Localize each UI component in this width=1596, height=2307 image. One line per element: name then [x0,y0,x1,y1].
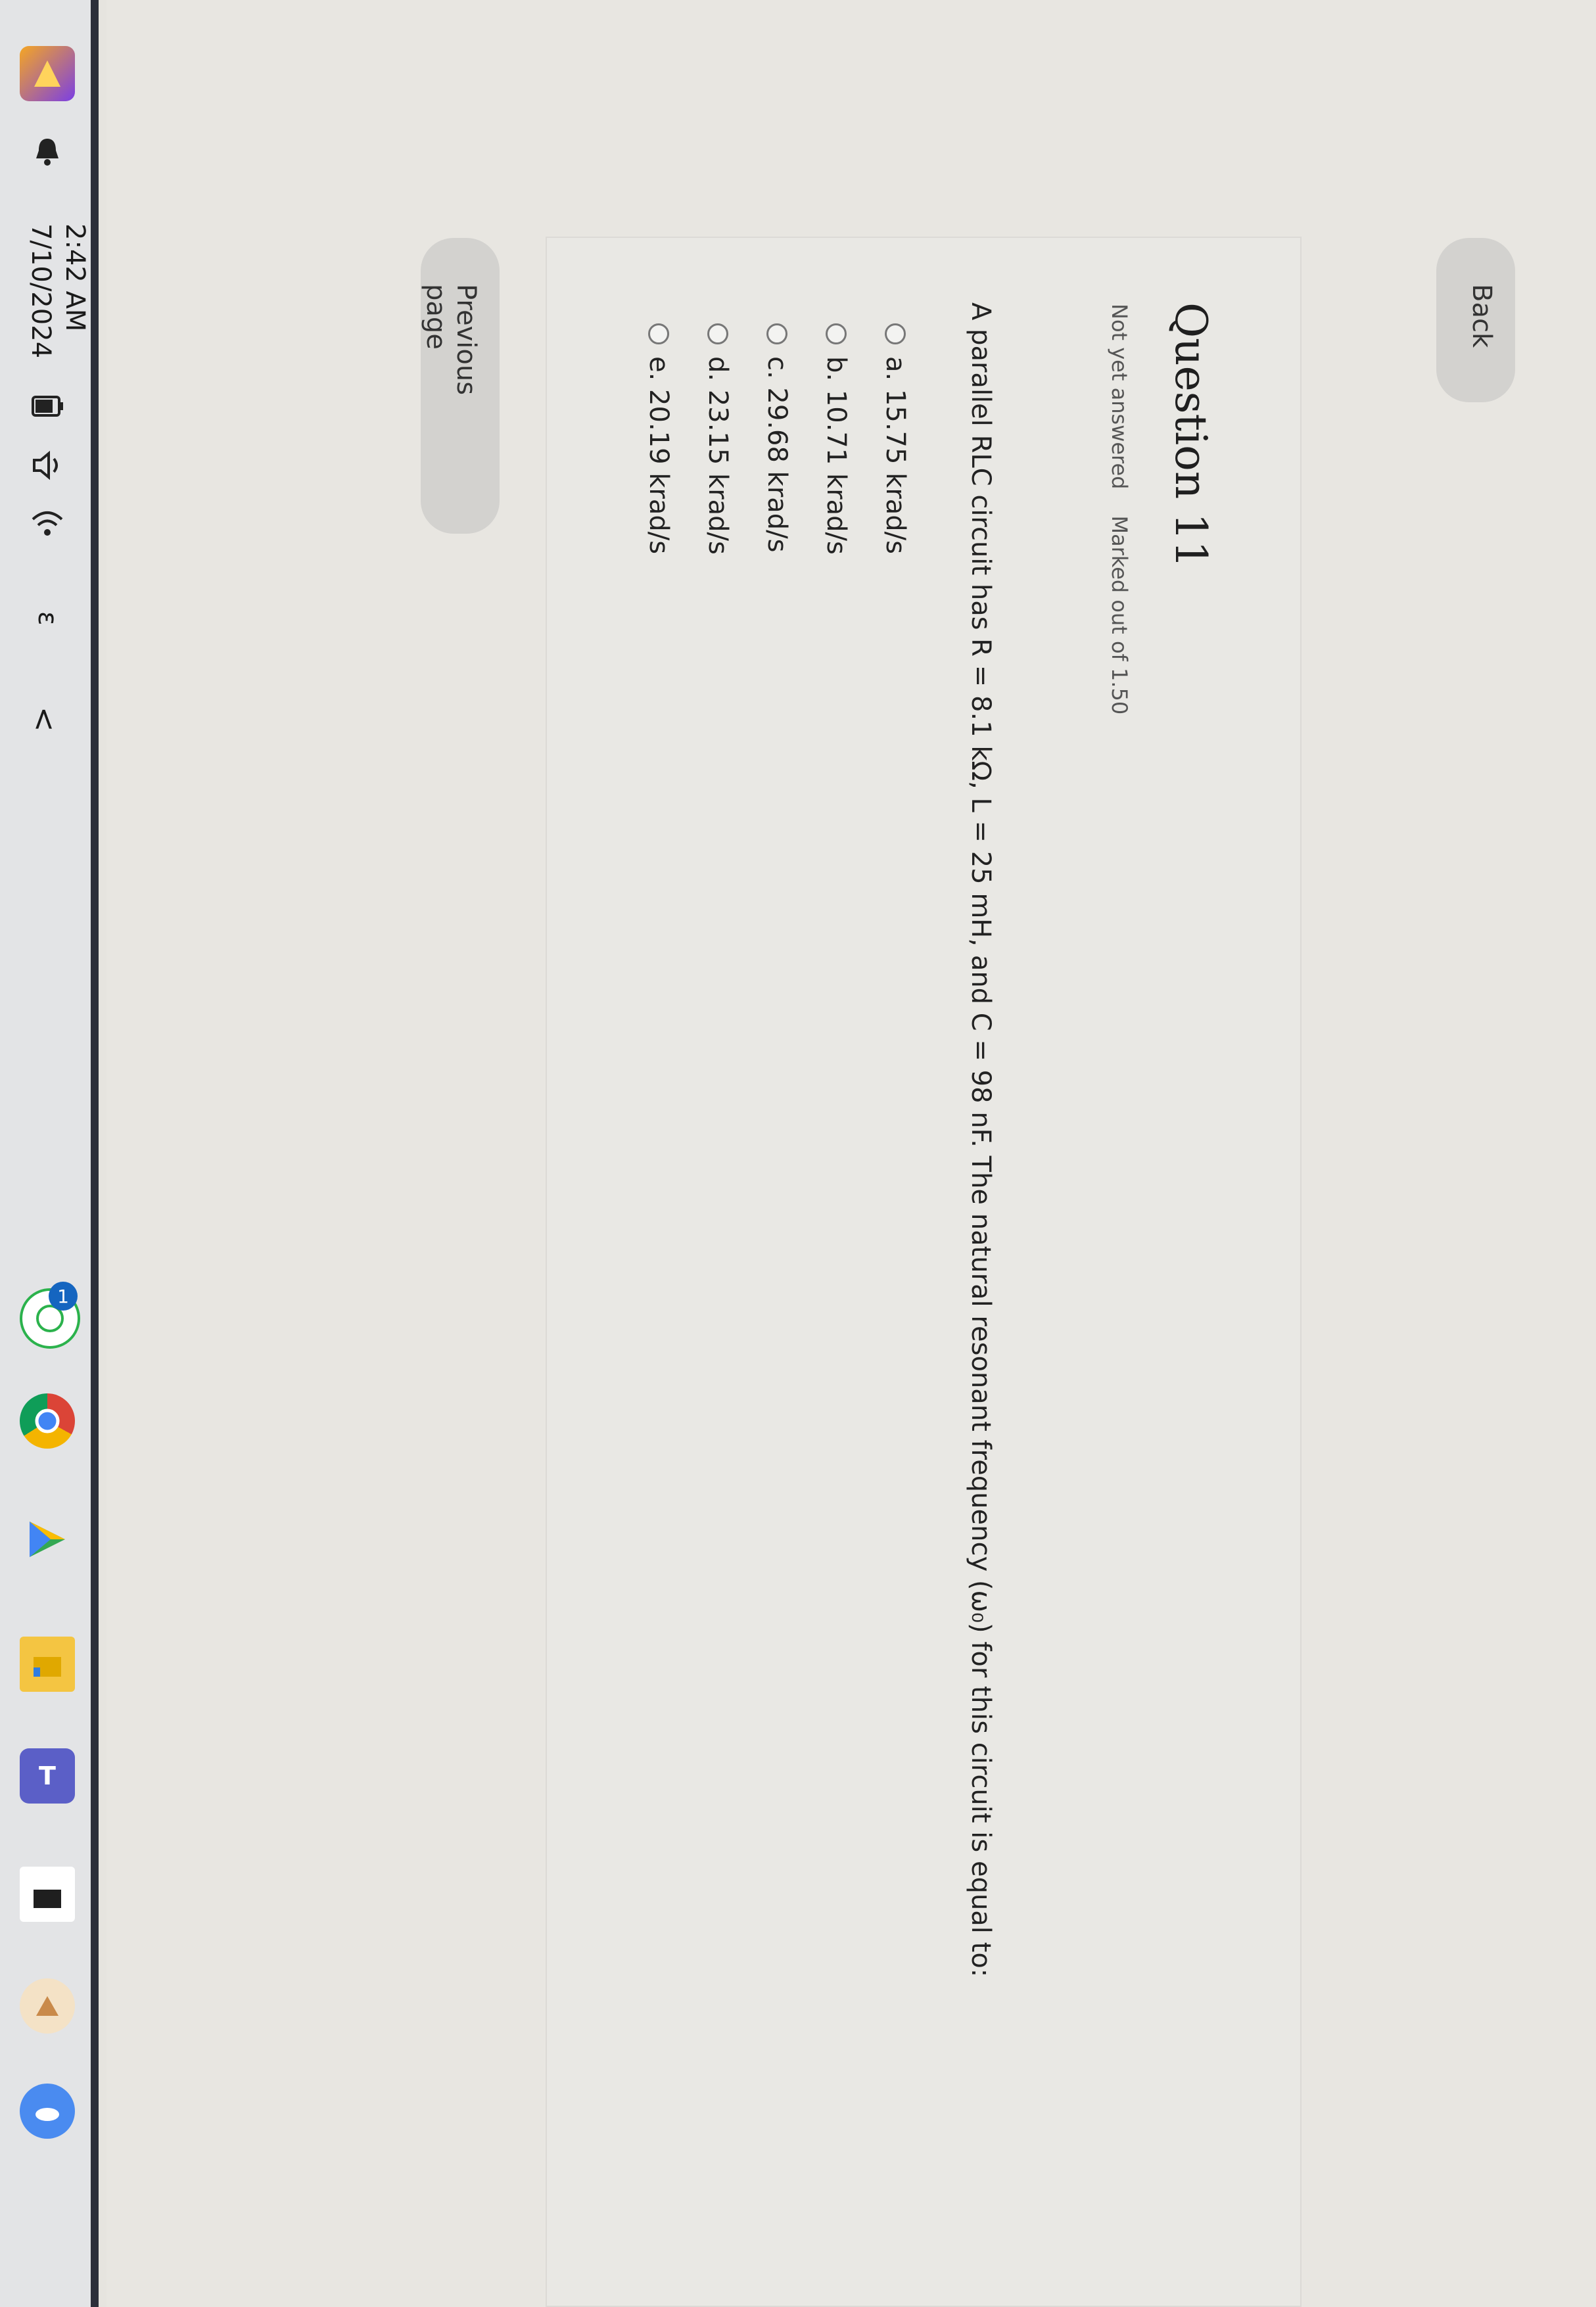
option-b[interactable]: b. 10.71 krad/s [821,323,851,555]
file-explorer-icon[interactable] [20,1637,75,1692]
store-icon[interactable] [20,1867,75,1922]
taskbar: 2:42 AM 7/10/2024 ε < 1 T [0,0,99,2307]
option-c[interactable]: c. 29.68 krad/s [762,323,792,552]
teams-icon[interactable]: T [20,1748,75,1804]
question-text: A parallel RLC circuit has R = 8.1 kΩ, L… [966,302,996,1978]
question-title: Question 11 [1165,302,1216,569]
app-icon[interactable] [20,1978,75,2034]
taskbar-clock[interactable]: 2:42 AM 7/10/2024 [24,223,92,358]
option-a[interactable]: a. 15.75 krad/s [880,323,910,554]
previous-page-button[interactable]: Previous page [421,238,500,534]
option-a-label: a. 15.75 krad/s [880,356,910,554]
chrome-icon[interactable] [20,1393,75,1449]
option-d-label: d. 23.15 krad/s [703,356,733,555]
copilot-app-icon[interactable] [20,46,75,101]
back-button[interactable]: Back [1436,238,1515,402]
play-store-icon[interactable] [20,1512,75,1567]
option-c-label: c. 29.68 krad/s [762,356,792,553]
option-a-radio[interactable] [885,323,906,344]
question-status: Not yet answered [1107,304,1132,490]
option-e[interactable]: e. 20.19 krad/s [644,323,674,554]
clock-date: 7/10/2024 [26,223,56,359]
clock-time: 2:42 AM [60,223,90,332]
volume-icon[interactable] [29,447,66,490]
weather-icon[interactable] [20,2084,75,2139]
option-b-radio[interactable] [826,323,847,344]
option-c-radio[interactable] [766,323,787,344]
option-d[interactable]: d. 23.15 krad/s [703,323,733,555]
option-b-label: b. 10.71 krad/s [821,356,851,555]
back-button-label: Back [1467,284,1497,348]
previous-page-label: Previous page [421,284,481,396]
whatsapp-badge: 1 [49,1282,78,1311]
option-e-label: e. 20.19 krad/s [644,356,674,555]
question-marks: Marked out of 1.50 [1107,515,1132,715]
option-e-radio[interactable] [648,323,669,344]
question-meta: Not yet answered Marked out of 1.50 [1107,304,1132,714]
notification-bell-icon[interactable] [28,131,67,171]
wifi-icon[interactable] [29,506,66,549]
language-indicator[interactable]: ε [32,611,62,626]
battery-icon[interactable] [29,388,66,431]
show-hidden-icons-chevron[interactable]: < [27,707,62,732]
option-d-radio[interactable] [707,323,728,344]
